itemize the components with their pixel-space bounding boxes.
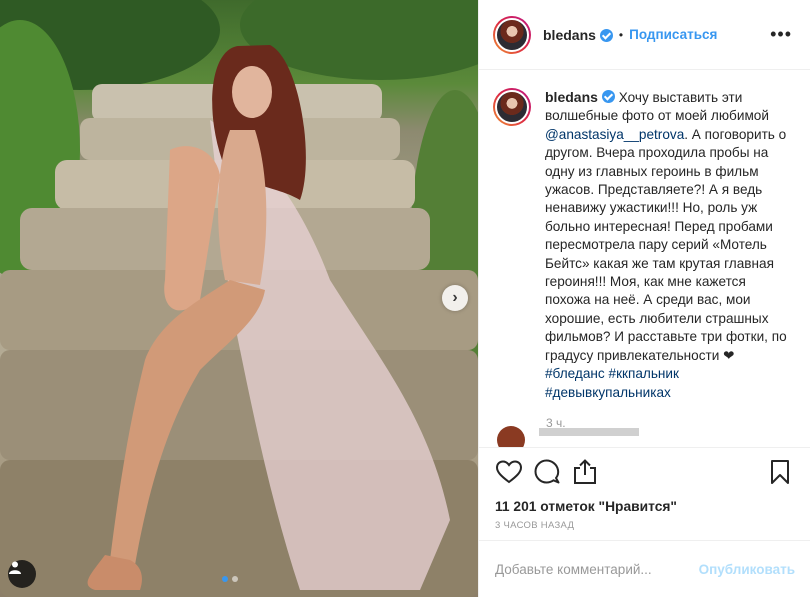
- post-header: bledans • Подписаться •••: [479, 0, 810, 70]
- caption-mention-link[interactable]: @anastasiya__petrova: [545, 127, 684, 142]
- hashtag-link[interactable]: #ккпальник: [609, 366, 679, 381]
- carousel-dot-1: [222, 576, 228, 582]
- commenter-name: [539, 428, 639, 436]
- commenter-avatar[interactable]: [497, 426, 525, 447]
- separator: •: [618, 27, 624, 42]
- caption-row: bledans Хочу выставить эти волшебные фот…: [493, 88, 794, 402]
- hashtag-link[interactable]: #бледанс: [545, 366, 605, 381]
- author-avatar[interactable]: [493, 15, 531, 54]
- author-username[interactable]: bledans: [543, 27, 596, 43]
- post-sidebar: bledans • Подписаться ••• bledans Хочу в…: [478, 0, 810, 597]
- share-button[interactable]: [571, 458, 599, 486]
- caption-text-body: . А поговорить о другом. Вчера проходила…: [545, 126, 787, 363]
- publish-button[interactable]: Опубликовать: [699, 562, 795, 577]
- user-tag-button[interactable]: [8, 560, 36, 588]
- likes-count[interactable]: 11 201 отметок "Нравится": [479, 496, 810, 518]
- follow-button[interactable]: Подписаться: [629, 27, 717, 42]
- comment-input[interactable]: [495, 561, 691, 577]
- like-button[interactable]: [495, 458, 523, 486]
- next-comment-row: [497, 426, 639, 447]
- share-icon: [574, 459, 596, 484]
- bookmark-icon: [771, 460, 789, 484]
- verified-badge-icon: [601, 90, 615, 103]
- more-options-icon[interactable]: •••: [770, 24, 792, 45]
- next-photo-button[interactable]: ›: [442, 285, 468, 311]
- hashtag-link[interactable]: #девывкупальниках: [545, 385, 671, 400]
- add-comment-bar: Опубликовать: [479, 540, 810, 597]
- comment-button[interactable]: [533, 458, 561, 486]
- carousel-dot-2: [232, 576, 238, 582]
- comment-icon: [534, 459, 560, 484]
- action-bar: [479, 448, 810, 496]
- post-photo[interactable]: ›: [0, 0, 478, 597]
- caption-username[interactable]: bledans: [545, 89, 598, 105]
- photo-illustration: [0, 0, 478, 597]
- carousel-indicator: [222, 576, 238, 582]
- user-tag-icon: [9, 561, 21, 574]
- heart-icon: [496, 460, 522, 484]
- save-button[interactable]: [766, 458, 794, 486]
- chevron-right-icon: ›: [452, 289, 458, 306]
- comments-section: bledans Хочу выставить эти волшебные фот…: [479, 70, 810, 448]
- caption-author-avatar[interactable]: [493, 88, 531, 126]
- post-caption: bledans Хочу выставить эти волшебные фот…: [545, 88, 794, 402]
- verified-badge-icon: [599, 29, 613, 42]
